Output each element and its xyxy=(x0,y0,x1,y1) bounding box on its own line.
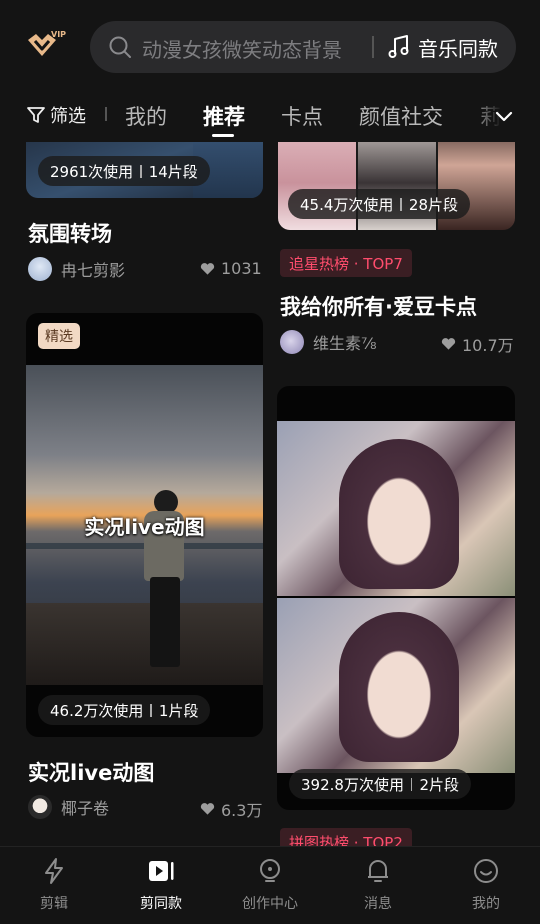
usage-pill: 46.2万次使用 1片段 xyxy=(38,695,211,725)
usage-pill: 2961次使用 14片段 xyxy=(38,156,210,186)
photo-portrait xyxy=(277,598,515,773)
heart-icon xyxy=(200,262,215,275)
nav-template[interactable]: 剪同款 xyxy=(111,857,211,913)
usage-count: 46.2万次使用 xyxy=(50,701,144,720)
template-title[interactable]: 实况live动图 xyxy=(28,757,154,787)
template-author[interactable]: 维生素⅞ xyxy=(280,330,377,354)
filter-button[interactable]: 筛选 xyxy=(26,102,86,128)
featured-badge: 精选 xyxy=(38,323,80,349)
heart-icon xyxy=(200,803,215,815)
avatar xyxy=(280,330,304,354)
author-name: 椰子卷 xyxy=(61,799,110,818)
author-name: 冉七剪影 xyxy=(61,261,126,280)
usage-pill: 392.8万次使用 2片段 xyxy=(289,769,471,799)
template-card-thumbnail[interactable]: 2961次使用 14片段 xyxy=(26,142,263,198)
likes-value: 6.3万 xyxy=(221,801,263,820)
bottom-navigation: 剪辑 剪同款 创作中心 消息 我的 xyxy=(0,846,540,924)
photo-portrait xyxy=(277,421,515,596)
template-card-thumbnail[interactable]: 精选 实况live动图 46.2万次使用 1片段 xyxy=(26,313,263,737)
like-count[interactable]: 1031 xyxy=(200,259,262,278)
author-name: 维生素⅞ xyxy=(313,334,377,353)
nav-label: 剪辑 xyxy=(40,896,68,912)
like-count[interactable]: 10.7万 xyxy=(441,332,514,356)
chevron-down-icon[interactable] xyxy=(494,106,514,126)
usage-pill: 45.4万次使用 28片段 xyxy=(288,189,470,219)
music-same-button[interactable]: 音乐同款 xyxy=(418,33,498,62)
rank-badge[interactable]: 追星热榜 · TOP7 xyxy=(280,249,412,277)
overlay-caption: 实况live动图 xyxy=(84,515,205,539)
template-card-thumbnail[interactable]: 392.8万次使用 2片段 xyxy=(277,386,515,810)
heart-icon xyxy=(441,338,456,350)
nav-label: 消息 xyxy=(364,896,392,912)
search-bar[interactable]: 动漫女孩微笑动态背景 音乐同款 xyxy=(90,21,516,73)
segment-count: 28片段 xyxy=(408,195,458,214)
tab-beat-sync[interactable]: 卡点 xyxy=(281,101,323,131)
nav-edit[interactable]: 剪辑 xyxy=(4,857,104,913)
tab-looks-social[interactable]: 颜值社交 xyxy=(359,101,443,131)
likes-value: 1031 xyxy=(221,259,262,278)
search-divider xyxy=(372,36,374,58)
avatar xyxy=(28,795,52,819)
template-title[interactable]: 氛围转场 xyxy=(28,218,112,248)
tab-separator xyxy=(105,107,107,121)
nav-label: 创作中心 xyxy=(242,896,298,912)
avatar xyxy=(28,257,52,281)
vip-badge-text: VIP xyxy=(51,30,66,39)
nav-creator-center[interactable]: 创作中心 xyxy=(220,857,320,913)
filter-label: 筛选 xyxy=(50,106,86,127)
likes-value: 10.7万 xyxy=(462,336,514,355)
segment-count: 2片段 xyxy=(419,775,459,794)
top-bar: VIP 动漫女孩微笑动态背景 音乐同款 xyxy=(0,0,540,92)
nav-profile[interactable]: 我的 xyxy=(436,857,536,913)
play-template-icon xyxy=(149,861,174,881)
template-feed: 2961次使用 14片段 氛围转场 冉七剪影 1031 精选 实况live动图 4… xyxy=(0,142,540,846)
rank-badge[interactable]: 拼图热榜 · TOP2 xyxy=(280,828,412,846)
segment-count: 14片段 xyxy=(148,162,198,181)
nav-label: 剪同款 xyxy=(140,896,182,912)
template-author[interactable]: 冉七剪影 xyxy=(28,257,125,281)
bolt-icon xyxy=(45,858,63,884)
tab-recommended[interactable]: 推荐 xyxy=(203,101,245,131)
template-title[interactable]: 我给你所有·爱豆卡点 xyxy=(280,291,477,321)
nav-label: 我的 xyxy=(472,896,500,912)
category-tabs: 筛选 我的 推荐 卡点 颜值社交 莉 xyxy=(0,92,540,142)
filter-icon xyxy=(27,107,45,123)
search-placeholder[interactable]: 动漫女孩微笑动态背景 xyxy=(142,34,342,63)
nav-messages[interactable]: 消息 xyxy=(328,857,428,913)
template-author[interactable]: 椰子卷 xyxy=(28,795,109,819)
like-count[interactable]: 6.3万 xyxy=(200,797,262,821)
segment-count: 1片段 xyxy=(158,701,199,720)
template-card-thumbnail[interactable]: 45.4万次使用 28片段 xyxy=(278,142,515,230)
usage-count: 45.4万次使用 xyxy=(300,195,394,214)
lightbulb-icon xyxy=(260,859,280,882)
tab-mine[interactable]: 我的 xyxy=(125,101,167,131)
search-icon xyxy=(109,36,131,58)
vip-heart-logo-icon: VIP xyxy=(28,30,66,56)
usage-count: 392.8万次使用 xyxy=(301,775,404,794)
app-logo[interactable]: VIP xyxy=(26,28,66,64)
active-tab-indicator xyxy=(212,134,234,137)
bell-icon xyxy=(368,860,388,882)
usage-count: 2961次使用 xyxy=(50,162,134,181)
music-note-icon[interactable] xyxy=(387,34,411,60)
smile-icon xyxy=(474,859,498,883)
